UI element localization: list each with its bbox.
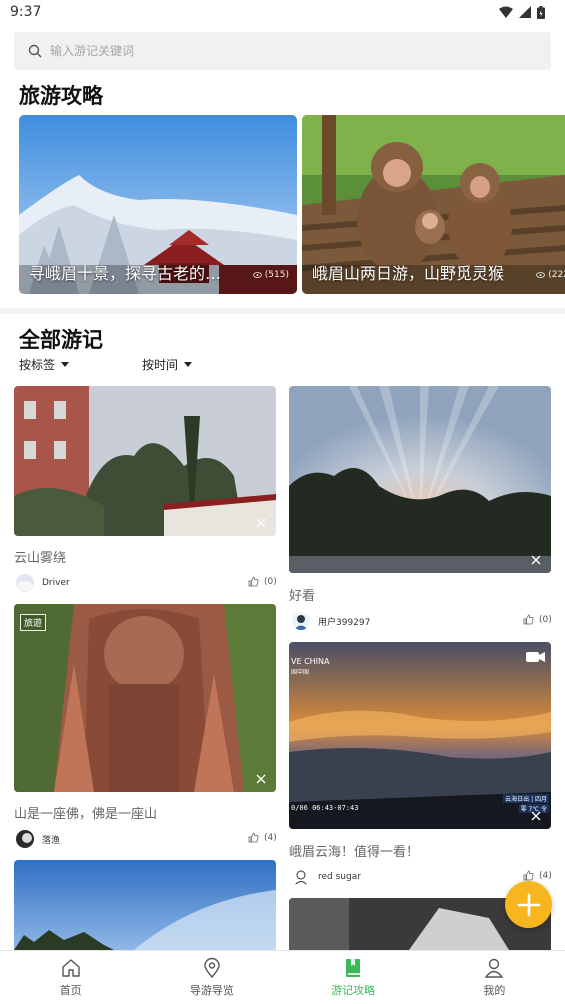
note-image-blue-sky	[14, 860, 276, 950]
nav-label: 导游导览	[189, 984, 234, 997]
plus-icon	[517, 893, 540, 916]
caret-down-icon	[184, 362, 193, 367]
like-counter[interactable]: (0)	[523, 614, 552, 625]
overlay-subtitle: 国中国	[291, 669, 310, 676]
note-image-giant-buddha	[14, 604, 276, 792]
note-title[interactable]: 云山雾绕	[14, 547, 66, 566]
user-icon	[484, 958, 504, 978]
close-icon[interactable]	[256, 518, 266, 528]
note-tag: 旅遊	[20, 614, 47, 631]
search-input[interactable]	[50, 44, 530, 58]
avatar	[16, 574, 34, 592]
search-bar[interactable]	[14, 32, 551, 70]
thumbs-up-icon	[248, 576, 259, 587]
status-time: 9:37	[10, 4, 42, 20]
bottom-nav: 首页 导游导览 游记攻略 我的	[0, 950, 565, 1004]
note-author[interactable]: Driver	[16, 574, 70, 592]
guide-card-2[interactable]: 峨眉山两日游，山野觅灵猴 (222	[302, 115, 565, 294]
add-note-button[interactable]	[505, 881, 552, 928]
wifi-icon	[499, 6, 513, 18]
book-icon	[346, 959, 361, 977]
note-card-image[interactable]: 旅遊	[14, 604, 276, 792]
views-count: (222	[536, 270, 565, 280]
section-divider	[0, 308, 565, 314]
nav-label: 游记攻略	[331, 984, 376, 997]
views-value: (515)	[264, 270, 289, 280]
thumbs-up-icon	[523, 870, 534, 881]
like-count: (4)	[264, 832, 277, 843]
filter-by-time[interactable]: 按时间	[142, 356, 193, 373]
like-count: (0)	[539, 614, 552, 625]
note-card-image[interactable]	[14, 860, 276, 950]
nav-label: 我的	[483, 984, 506, 997]
note-title[interactable]: 山是一座佛，佛是一座山	[14, 803, 157, 822]
close-icon[interactable]	[531, 811, 541, 821]
signal-icon	[519, 6, 531, 18]
guide-card-1[interactable]: 寻峨眉十景，探寻古老的… (515)	[19, 115, 297, 294]
avatar	[292, 868, 310, 886]
overlay-brand: VE CHINA	[291, 657, 330, 666]
overlay-stamp: 云海日出 | 四月	[503, 794, 549, 803]
home-icon	[61, 959, 80, 977]
thumbs-up-icon	[248, 832, 259, 843]
overlay-time: 0/06 06:43-07:43	[291, 804, 359, 812]
eye-icon	[536, 272, 546, 278]
like-count: (0)	[264, 576, 277, 587]
search-icon	[28, 44, 42, 58]
video-camera-icon	[526, 652, 545, 662]
note-image-sunset-rays	[289, 386, 551, 573]
avatar	[292, 612, 310, 630]
note-card-image[interactable]	[289, 386, 551, 573]
guide-caption: 寻峨眉十景，探寻古老的…	[29, 264, 222, 283]
status-bar: 9:37	[0, 0, 565, 24]
note-image-misty-trees	[14, 386, 276, 536]
nav-label: 首页	[59, 984, 82, 997]
views-value: (222	[548, 270, 565, 280]
like-counter[interactable]: (0)	[248, 576, 277, 587]
author-name: red sugar	[318, 872, 361, 882]
author-name: Driver	[42, 578, 70, 588]
avatar	[16, 830, 34, 848]
close-icon[interactable]	[531, 555, 541, 565]
location-pin-icon	[204, 957, 220, 979]
caret-down-icon	[61, 362, 70, 367]
note-title[interactable]: 好看	[289, 585, 315, 604]
nav-mine[interactable]: 我的	[424, 951, 565, 1004]
views-count: (515)	[252, 270, 289, 280]
guide-caption: 峨眉山两日游，山野觅灵猴	[312, 264, 505, 283]
filter-label: 按时间	[142, 358, 179, 372]
eye-icon	[252, 272, 262, 278]
filter-by-tag[interactable]: 按标签	[19, 356, 70, 373]
note-author[interactable]: 用户399297	[292, 612, 370, 630]
nav-guide-tour[interactable]: 导游导览	[141, 951, 282, 1004]
note-author[interactable]: 落渔	[16, 830, 60, 848]
like-count: (4)	[539, 870, 552, 881]
status-icons	[499, 5, 545, 19]
thumbs-up-icon	[523, 614, 534, 625]
note-title[interactable]: 峨眉云海！值得一看！	[289, 841, 419, 860]
guides-section-title: 旅游攻略	[19, 84, 103, 108]
like-counter[interactable]: (4)	[248, 832, 277, 843]
filter-label: 按标签	[19, 358, 56, 372]
nav-home[interactable]: 首页	[0, 951, 141, 1004]
note-author[interactable]: red sugar	[292, 868, 361, 886]
note-card-image[interactable]	[14, 386, 276, 536]
notes-section-title: 全部游记	[19, 328, 103, 352]
like-counter[interactable]: (4)	[523, 870, 552, 881]
battery-icon	[537, 5, 545, 19]
note-card-image[interactable]: VE CHINA 国中国 0/06 06:43-07:43 云海日出 | 四月 …	[289, 642, 551, 829]
close-icon[interactable]	[256, 774, 266, 784]
author-name: 落渔	[42, 835, 61, 846]
nav-travel-notes[interactable]: 游记攻略	[283, 951, 424, 1004]
author-name: 用户399297	[318, 617, 371, 628]
